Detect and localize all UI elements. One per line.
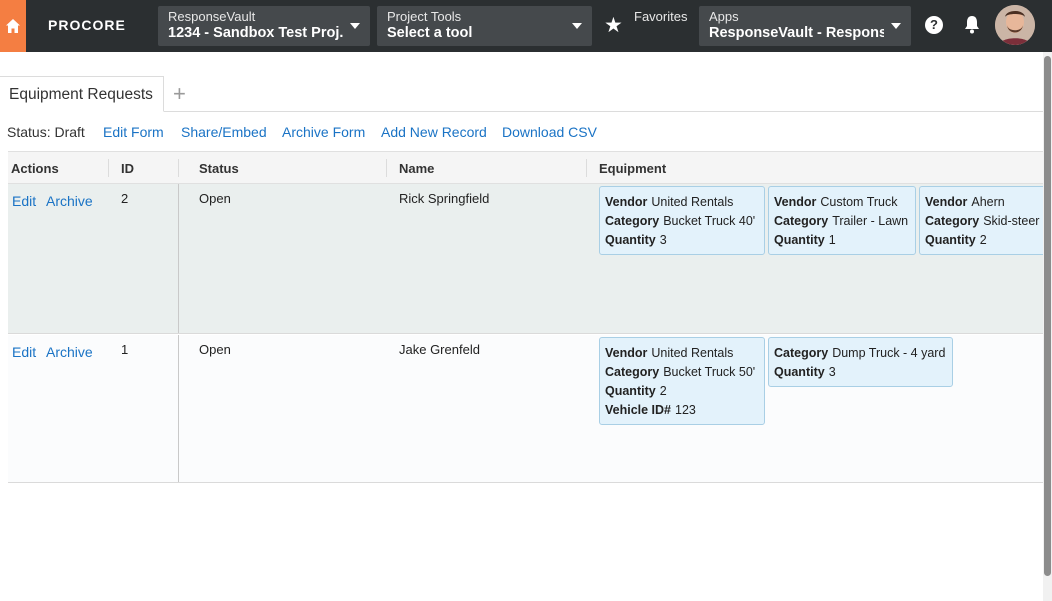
chevron-down-icon bbox=[350, 23, 360, 29]
archive-record-link[interactable]: Archive bbox=[46, 193, 93, 209]
quantity-label: Quantity bbox=[925, 233, 976, 247]
top-navigation-bar: PROCORE ResponseVault 1234 - Sandbox Tes… bbox=[0, 0, 1052, 52]
column-header-actions[interactable]: Actions bbox=[11, 161, 59, 176]
quantity-value: 2 bbox=[979, 233, 987, 247]
archive-form-link[interactable]: Archive Form bbox=[282, 124, 365, 140]
quantity-label: Quantity bbox=[605, 384, 656, 398]
project-selector-value: 1234 - Sandbox Test Proj... bbox=[168, 25, 343, 41]
record-name: Rick Springfield bbox=[399, 191, 490, 206]
apps-selector[interactable]: Apps ResponseVault - Respons... bbox=[699, 6, 911, 46]
category-value: Bucket Truck 50' bbox=[663, 365, 756, 379]
frozen-column-divider bbox=[178, 184, 179, 333]
record-id: 2 bbox=[121, 191, 129, 206]
tool-selector-value: Select a tool bbox=[387, 25, 473, 41]
vehicle-id-label: Vehicle ID# bbox=[605, 403, 672, 417]
share-embed-link[interactable]: Share/Embed bbox=[181, 124, 267, 140]
apps-selector-label: Apps bbox=[709, 9, 739, 24]
table-row: Edit Archive 1 Open Jake Grenfeld Vendor… bbox=[8, 335, 1043, 483]
vendor-value: United Rentals bbox=[651, 346, 734, 360]
chevron-down-icon bbox=[891, 23, 901, 29]
equipment-card: Vendor Custom Truck Category Trailer - Law… bbox=[768, 186, 916, 255]
apps-selector-value: ResponseVault - Respons... bbox=[709, 25, 884, 41]
category-value: Skid-steer bbox=[983, 214, 1040, 228]
category-value: Trailer - Lawn bbox=[832, 214, 909, 228]
home-icon bbox=[6, 19, 20, 33]
column-divider[interactable] bbox=[586, 159, 587, 177]
vehicle-id-value: 123 bbox=[675, 403, 696, 417]
column-divider[interactable] bbox=[178, 159, 179, 177]
vendor-value: Custom Truck bbox=[820, 195, 898, 209]
vendor-label: Vendor bbox=[605, 346, 648, 360]
quantity-label: Quantity bbox=[774, 365, 825, 379]
category-label: Category bbox=[605, 365, 660, 379]
chevron-down-icon bbox=[572, 23, 582, 29]
quantity-value: 3 bbox=[659, 233, 667, 247]
vendor-value: United Rentals bbox=[651, 195, 734, 209]
edit-form-link[interactable]: Edit Form bbox=[103, 124, 164, 140]
add-tab-icon[interactable]: + bbox=[173, 80, 186, 108]
project-selector-label: ResponseVault bbox=[168, 9, 256, 24]
edit-record-link[interactable]: Edit bbox=[12, 193, 36, 209]
archive-record-link[interactable]: Archive bbox=[46, 344, 93, 360]
column-header-id[interactable]: ID bbox=[121, 161, 134, 176]
vendor-value: Ahern bbox=[971, 195, 1005, 209]
form-status: Status: Draft bbox=[7, 124, 85, 140]
category-label: Category bbox=[774, 214, 829, 228]
quantity-value: 2 bbox=[659, 384, 667, 398]
notifications-bell-icon[interactable] bbox=[963, 15, 981, 40]
column-header-status[interactable]: Status bbox=[199, 161, 239, 176]
quantity-value: 1 bbox=[828, 233, 836, 247]
column-divider[interactable] bbox=[108, 159, 109, 177]
tool-selector-label: Project Tools bbox=[387, 9, 462, 24]
home-button[interactable] bbox=[0, 0, 26, 52]
category-label: Category bbox=[774, 346, 829, 360]
tab-equipment-requests[interactable]: Equipment Requests bbox=[0, 76, 164, 112]
record-id: 1 bbox=[121, 342, 129, 357]
equipment-card: Vendor United Rentals Category Bucket Truc… bbox=[599, 186, 765, 255]
quantity-label: Quantity bbox=[605, 233, 656, 247]
edit-record-link[interactable]: Edit bbox=[12, 344, 36, 360]
equipment-card: Vendor Ahern Category Skid-steer Quantity 2 bbox=[919, 186, 1043, 255]
record-name: Jake Grenfeld bbox=[399, 342, 480, 357]
tool-selector[interactable]: Project Tools Select a tool bbox=[377, 6, 592, 46]
category-value: Bucket Truck 40' bbox=[663, 214, 756, 228]
vendor-label: Vendor bbox=[605, 195, 648, 209]
category-value: Dump Truck - 4 yard bbox=[832, 346, 946, 360]
user-avatar[interactable] bbox=[995, 5, 1035, 45]
column-divider[interactable] bbox=[386, 159, 387, 177]
column-header-name[interactable]: Name bbox=[399, 161, 434, 176]
vendor-label: Vendor bbox=[774, 195, 817, 209]
help-icon[interactable]: ? bbox=[925, 16, 943, 34]
favorites-label[interactable]: Favorites bbox=[634, 9, 687, 24]
record-status: Open bbox=[199, 191, 231, 206]
category-label: Category bbox=[925, 214, 980, 228]
vendor-label: Vendor bbox=[925, 195, 968, 209]
column-header-equipment[interactable]: Equipment bbox=[599, 161, 666, 176]
equipment-card: Vendor United Rentals Category Bucket Truc… bbox=[599, 337, 765, 425]
download-csv-link[interactable]: Download CSV bbox=[502, 124, 597, 140]
add-new-record-link[interactable]: Add New Record bbox=[381, 124, 487, 140]
procore-logo: PROCORE bbox=[48, 17, 126, 33]
frozen-column-divider bbox=[178, 335, 179, 482]
quantity-label: Quantity bbox=[774, 233, 825, 247]
record-status: Open bbox=[199, 342, 231, 357]
table-header: Actions ID Status Name Equipment bbox=[8, 151, 1043, 184]
favorites-star-icon[interactable]: ★ bbox=[604, 13, 623, 38]
table-row: Edit Archive 2 Open Rick Springfield Ven… bbox=[8, 184, 1043, 334]
page-scrollbar-thumb[interactable] bbox=[1044, 56, 1051, 576]
equipment-card: Category Dump Truck - 4 yard Quantity 3 bbox=[768, 337, 953, 387]
quantity-value: 3 bbox=[828, 365, 836, 379]
project-selector[interactable]: ResponseVault 1234 - Sandbox Test Proj..… bbox=[158, 6, 370, 46]
category-label: Category bbox=[605, 214, 660, 228]
form-tabs: Equipment Requests + bbox=[0, 76, 1043, 112]
